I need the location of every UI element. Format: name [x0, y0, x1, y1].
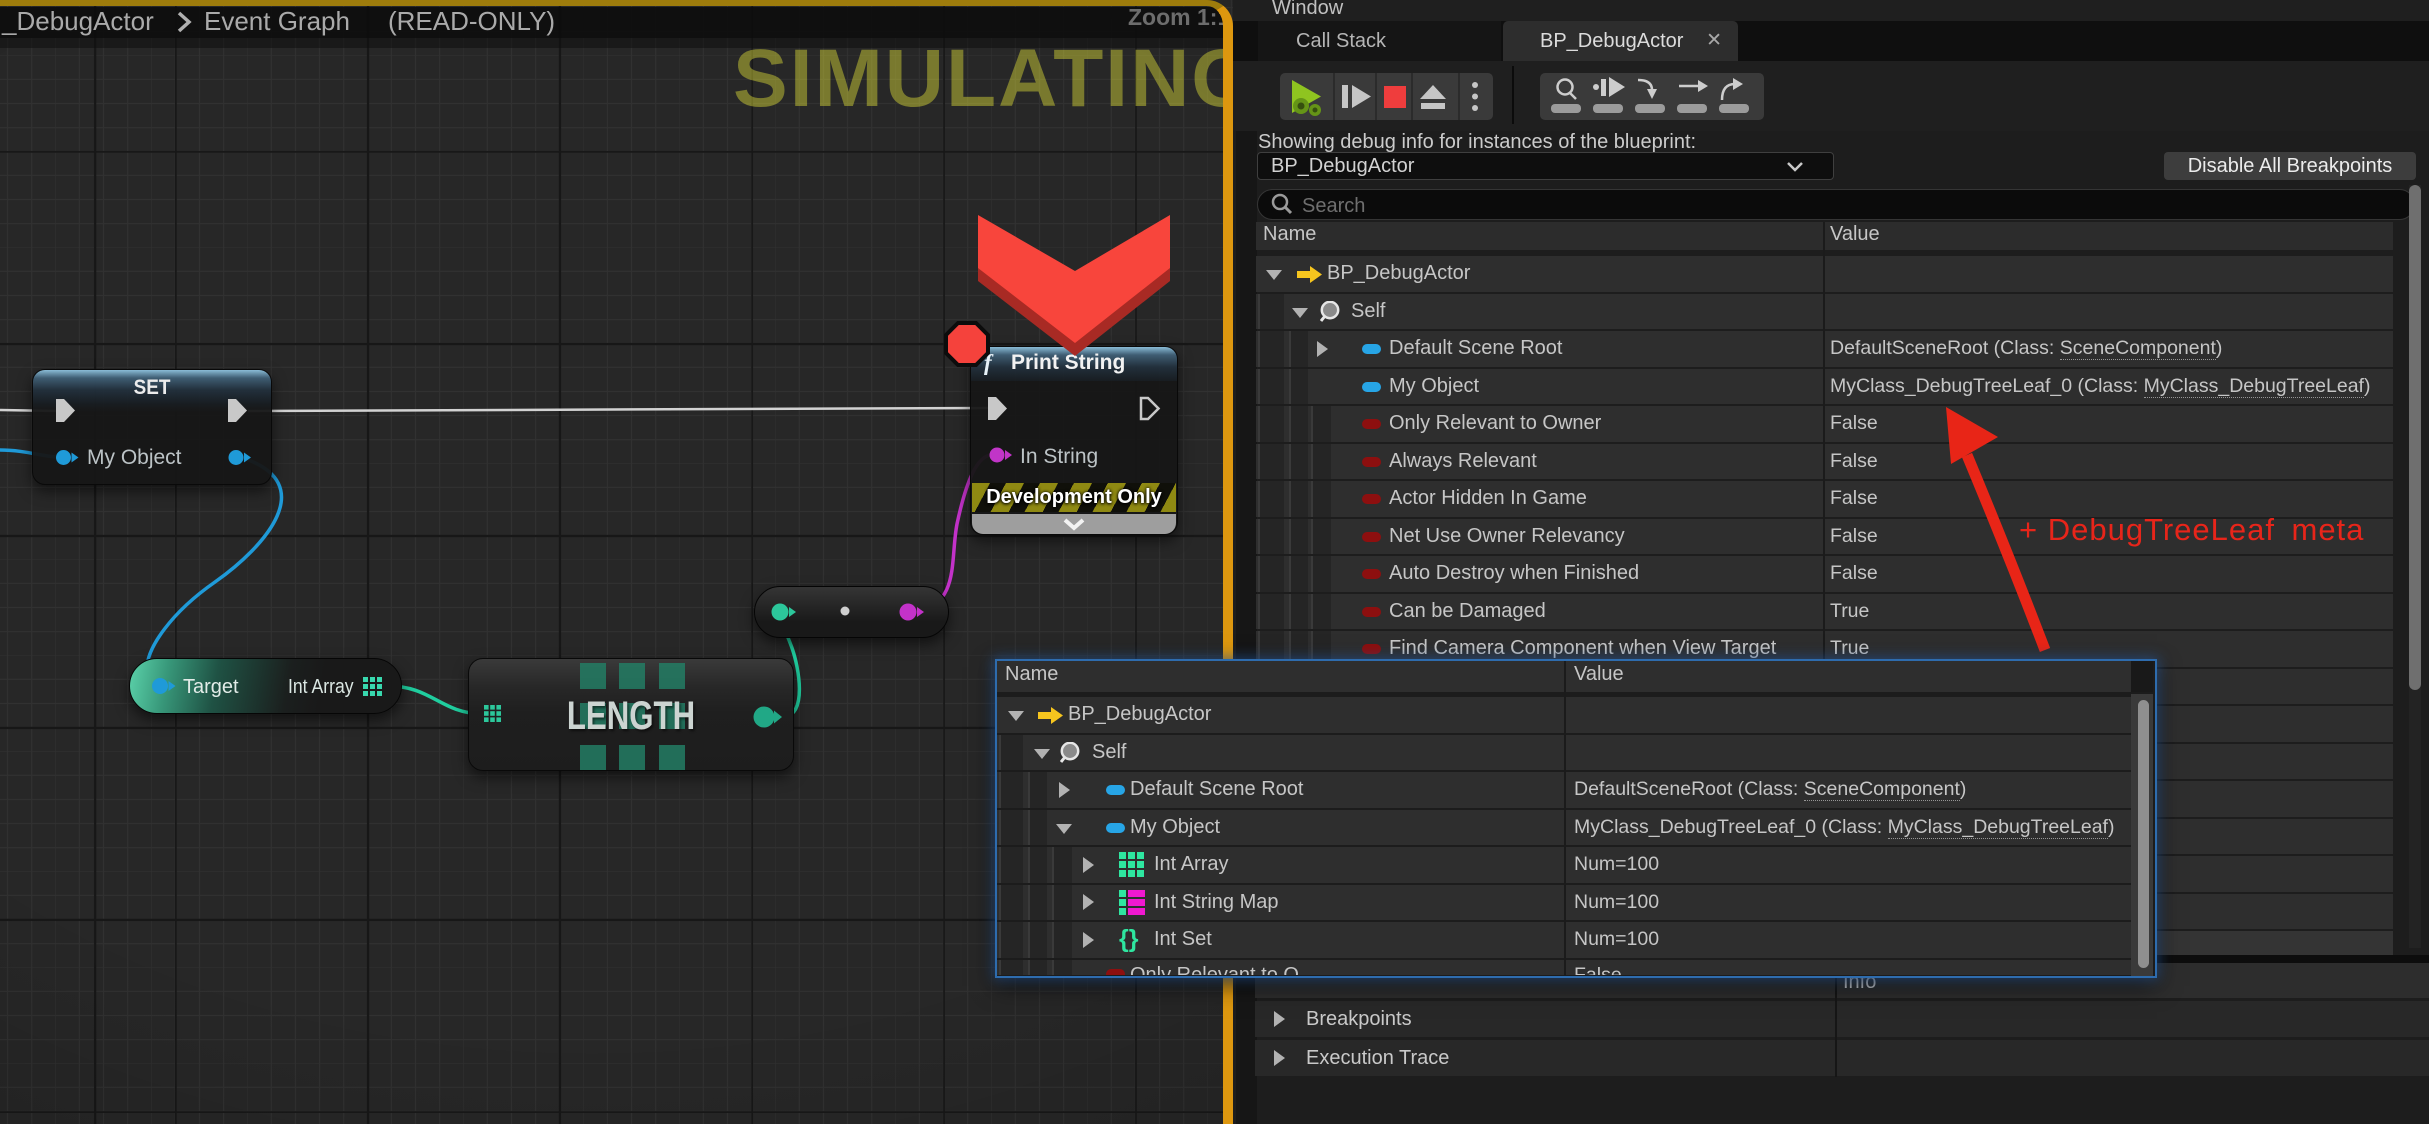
svg-text:+ DebugTreeLeaf meta: + DebugTreeLeaf meta	[2019, 512, 2364, 547]
